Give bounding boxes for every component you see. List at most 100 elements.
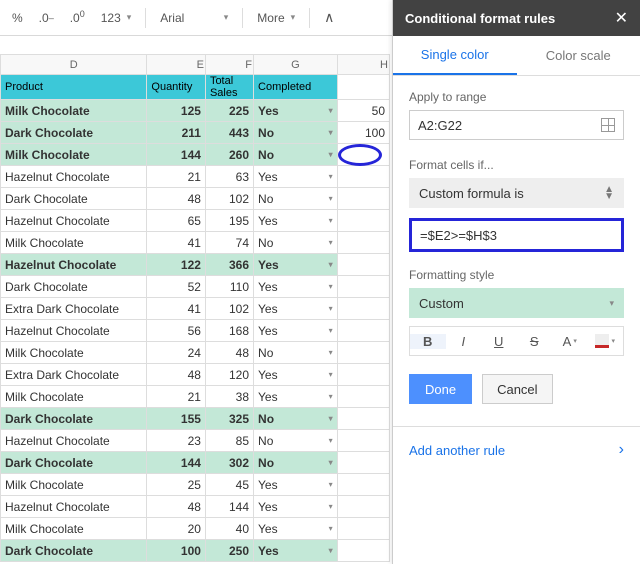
cell-completed[interactable]: Yes▾: [254, 474, 338, 496]
cell-quantity[interactable]: 52: [147, 276, 206, 298]
cell-quantity[interactable]: 25: [147, 474, 206, 496]
col-header[interactable]: G: [254, 55, 338, 75]
spreadsheet-table[interactable]: D E F G H Product Quantity Total Sales C…: [0, 54, 390, 562]
close-icon[interactable]: ✕: [615, 8, 628, 28]
cell-h[interactable]: [337, 166, 389, 188]
header-completed[interactable]: Completed: [254, 75, 338, 100]
tab-single-color[interactable]: Single color: [393, 36, 517, 75]
cell-h[interactable]: [337, 320, 389, 342]
cell-completed[interactable]: No▾: [254, 144, 338, 166]
format-number-menu[interactable]: 123▾: [95, 4, 138, 32]
cell-completed[interactable]: No▾: [254, 122, 338, 144]
cell-quantity[interactable]: 122: [147, 254, 206, 276]
cell-completed[interactable]: No▾: [254, 430, 338, 452]
table-row[interactable]: Dark Chocolate155325No▾: [1, 408, 390, 430]
cell-quantity[interactable]: 48: [147, 364, 206, 386]
table-row[interactable]: Dark Chocolate48102No▾: [1, 188, 390, 210]
cell-quantity[interactable]: 48: [147, 188, 206, 210]
cell-quantity[interactable]: 155: [147, 408, 206, 430]
dropdown-icon[interactable]: ▾: [329, 414, 333, 423]
table-row[interactable]: Dark Chocolate144302No▾: [1, 452, 390, 474]
cell-product[interactable]: Dark Chocolate: [1, 452, 147, 474]
dropdown-icon[interactable]: ▾: [329, 260, 333, 269]
cell-h[interactable]: [337, 276, 389, 298]
dropdown-icon[interactable]: ▾: [329, 392, 333, 401]
dropdown-icon[interactable]: ▾: [329, 458, 333, 467]
dropdown-icon[interactable]: ▾: [329, 502, 333, 511]
cell-quantity[interactable]: 211: [147, 122, 206, 144]
dropdown-icon[interactable]: ▾: [329, 326, 333, 335]
dropdown-icon[interactable]: ▾: [329, 128, 333, 137]
italic-button[interactable]: I: [446, 334, 482, 349]
format-percent[interactable]: %: [6, 4, 29, 32]
cell-product[interactable]: Extra Dark Chocolate: [1, 298, 147, 320]
decrease-decimal[interactable]: .0_: [33, 4, 60, 32]
cell-product[interactable]: Dark Chocolate: [1, 276, 147, 298]
cell-completed[interactable]: Yes▾: [254, 254, 338, 276]
font-family-select[interactable]: Arial▾: [154, 4, 234, 32]
dropdown-icon[interactable]: ▾: [329, 172, 333, 181]
cell-h[interactable]: 50: [337, 100, 389, 122]
cell-completed[interactable]: Yes▾: [254, 386, 338, 408]
dropdown-icon[interactable]: ▾: [329, 524, 333, 533]
cell-h[interactable]: [337, 540, 389, 562]
increase-decimal[interactable]: .00: [64, 4, 91, 32]
cell-completed[interactable]: No▾: [254, 408, 338, 430]
cell-total-sales[interactable]: 168: [205, 320, 253, 342]
header-empty[interactable]: [337, 75, 389, 100]
table-row[interactable]: Hazelnut Chocolate65195Yes▾: [1, 210, 390, 232]
cell-h[interactable]: [337, 298, 389, 320]
dropdown-icon[interactable]: ▾: [329, 546, 333, 555]
cell-completed[interactable]: Yes▾: [254, 320, 338, 342]
cell-h[interactable]: 100: [337, 122, 389, 144]
header-quantity[interactable]: Quantity: [147, 75, 206, 100]
style-select[interactable]: Custom ▾: [409, 288, 624, 318]
dropdown-icon[interactable]: ▾: [329, 480, 333, 489]
cell-completed[interactable]: Yes▾: [254, 364, 338, 386]
cell-h[interactable]: [337, 496, 389, 518]
col-header[interactable]: H: [337, 55, 389, 75]
table-row[interactable]: Extra Dark Chocolate41102Yes▾: [1, 298, 390, 320]
cell-h[interactable]: [337, 518, 389, 540]
cell-total-sales[interactable]: 63: [205, 166, 253, 188]
done-button[interactable]: Done: [409, 374, 472, 404]
cell-total-sales[interactable]: 225: [205, 100, 253, 122]
fill-color-button[interactable]: ▾: [588, 334, 624, 348]
cell-total-sales[interactable]: 110: [205, 276, 253, 298]
table-row[interactable]: Hazelnut Chocolate48144Yes▾: [1, 496, 390, 518]
cell-product[interactable]: Milk Chocolate: [1, 386, 147, 408]
cell-total-sales[interactable]: 45: [205, 474, 253, 496]
text-color-button[interactable]: A▾: [552, 334, 588, 349]
col-header[interactable]: E: [147, 55, 206, 75]
cell-completed[interactable]: Yes▾: [254, 166, 338, 188]
cell-quantity[interactable]: 41: [147, 232, 206, 254]
cell-total-sales[interactable]: 366: [205, 254, 253, 276]
table-row[interactable]: Milk Chocolate125225Yes▾50: [1, 100, 390, 122]
cell-completed[interactable]: Yes▾: [254, 496, 338, 518]
cell-total-sales[interactable]: 74: [205, 232, 253, 254]
cell-product[interactable]: Hazelnut Chocolate: [1, 320, 147, 342]
table-row[interactable]: Milk Chocolate2448No▾: [1, 342, 390, 364]
cell-quantity[interactable]: 125: [147, 100, 206, 122]
cell-completed[interactable]: Yes▾: [254, 276, 338, 298]
cell-total-sales[interactable]: 260: [205, 144, 253, 166]
cell-total-sales[interactable]: 38: [205, 386, 253, 408]
cell-completed[interactable]: Yes▾: [254, 518, 338, 540]
table-row[interactable]: Extra Dark Chocolate48120Yes▾: [1, 364, 390, 386]
cell-quantity[interactable]: 21: [147, 386, 206, 408]
cell-total-sales[interactable]: 102: [205, 298, 253, 320]
dropdown-icon[interactable]: ▾: [329, 436, 333, 445]
apply-range-input[interactable]: A2:G22: [409, 110, 624, 140]
table-row[interactable]: Dark Chocolate52110Yes▾: [1, 276, 390, 298]
tab-color-scale[interactable]: Color scale: [517, 36, 640, 75]
cell-product[interactable]: Hazelnut Chocolate: [1, 430, 147, 452]
strikethrough-button[interactable]: S: [517, 334, 553, 349]
cell-completed[interactable]: Yes▾: [254, 100, 338, 122]
cell-completed[interactable]: No▾: [254, 342, 338, 364]
cell-h[interactable]: [337, 364, 389, 386]
cell-total-sales[interactable]: 120: [205, 364, 253, 386]
table-row[interactable]: Hazelnut Chocolate56168Yes▾: [1, 320, 390, 342]
underline-button[interactable]: U: [481, 334, 517, 349]
cell-quantity[interactable]: 100: [147, 540, 206, 562]
cell-h[interactable]: [337, 408, 389, 430]
